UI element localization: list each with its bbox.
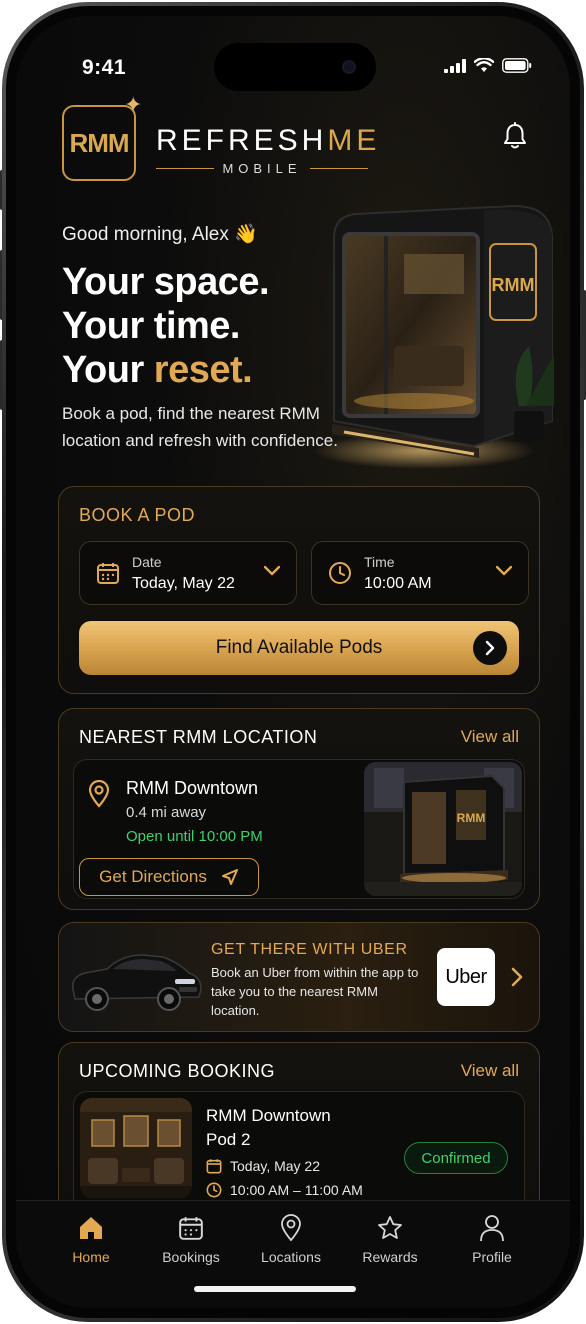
star-icon <box>378 1216 402 1239</box>
uber-title: GET THERE WITH UBER <box>211 941 408 958</box>
brand-name: REFRESHME <box>156 124 380 158</box>
chevron-down-icon <box>264 566 280 576</box>
arrow-right-icon <box>473 631 507 665</box>
time-picker[interactable]: Time 10:00 AM <box>311 541 529 605</box>
headline-line-1: Your space. <box>62 261 270 303</box>
notification-bell-icon[interactable] <box>502 122 528 155</box>
phone-frame: 9:41 RMM ✦ REFRESHME MOBILE Good morning… <box>2 2 584 1322</box>
phone-bezel: 9:41 RMM ✦ REFRESHME MOBILE Good morning… <box>6 6 580 1318</box>
tab-rewards-label: Rewards <box>362 1249 418 1265</box>
booking-location-name: RMM Downtown <box>206 1106 331 1125</box>
brand-sub-text: MOBILE <box>222 161 302 176</box>
divider <box>156 168 215 169</box>
svg-text:RMM: RMM <box>457 811 486 825</box>
pod-sign: RMM <box>492 275 535 295</box>
sparkle-icon: ✦ <box>124 92 143 117</box>
chevron-down-icon <box>496 566 512 576</box>
pod-illustration: RMM <box>314 196 554 476</box>
location-distance: 0.4 mi away <box>126 804 207 821</box>
home-icon <box>80 1217 102 1239</box>
uber-logo: Uber <box>437 948 495 1006</box>
dynamic-island <box>214 43 376 91</box>
calendar-icon <box>206 1159 222 1174</box>
clock-icon <box>206 1182 222 1198</box>
brand-name-gold: ME <box>327 124 381 157</box>
status-time: 9:41 <box>82 56 127 79</box>
app-screen: 9:41 RMM ✦ REFRESHME MOBILE Good morning… <box>16 16 570 1308</box>
tab-bookings[interactable]: Bookings <box>146 1211 236 1265</box>
tab-home[interactable]: Home <box>46 1211 136 1265</box>
tab-profile[interactable]: Profile <box>447 1211 537 1265</box>
get-directions-label: Get Directions <box>99 867 207 886</box>
location-name: RMM Downtown <box>126 778 259 798</box>
headline-line-2: Your time. <box>62 305 241 347</box>
hero-headline: Your space. Your time. Your reset. <box>62 260 270 392</box>
location-hours: Open until 10:00 PM <box>126 828 263 845</box>
booking-time: 10:00 AM – 11:00 AM <box>230 1182 363 1198</box>
find-pods-label: Find Available Pods <box>215 637 383 658</box>
booking-location: RMM Downtown Pod 2 <box>206 1104 331 1152</box>
chevron-right-icon <box>511 967 523 987</box>
date-value: Today, May 22 <box>132 575 235 592</box>
tab-bookings-label: Bookings <box>162 1249 220 1265</box>
tab-rewards[interactable]: Rewards <box>345 1211 435 1265</box>
uber-card[interactable]: GET THERE WITH UBER Book an Uber from wi… <box>58 922 540 1032</box>
car-image <box>72 954 202 1011</box>
user-icon <box>480 1215 504 1242</box>
brand-name-white: REFRESH <box>156 124 328 157</box>
nearest-view-all-link[interactable]: View all <box>461 727 519 747</box>
find-available-pods-button[interactable]: Find Available Pods <box>79 621 519 675</box>
camera-icon <box>342 60 356 74</box>
status-badge: Confirmed <box>404 1142 508 1174</box>
tab-home-label: Home <box>72 1249 110 1265</box>
location-photo: RMM <box>364 762 522 896</box>
tab-locations-label: Locations <box>261 1249 321 1265</box>
home-indicator[interactable] <box>194 1286 356 1292</box>
greeting: Good morning, Alex 👋 <box>62 224 258 245</box>
time-value: 10:00 AM <box>364 575 432 592</box>
booking-pod-name: Pod 2 <box>206 1130 251 1149</box>
status-icons <box>444 58 532 73</box>
location-pin-icon <box>281 1214 301 1242</box>
upcoming-booking-title: UPCOMING BOOKING <box>79 1061 276 1081</box>
calendar-icon <box>179 1217 203 1240</box>
tab-profile-label: Profile <box>472 1249 512 1265</box>
booking-item[interactable]: RMM Downtown Pod 2 Today, May 22 10:00 A… <box>73 1091 525 1211</box>
booking-date: Today, May 22 <box>230 1158 321 1174</box>
headline-highlight: reset. <box>153 349 253 391</box>
nearest-location-title: NEAREST RMM LOCATION <box>79 727 318 747</box>
wifi-icon <box>474 58 494 72</box>
divider <box>309 168 368 169</box>
date-label: Date <box>132 554 162 570</box>
booking-date-row: Today, May 22 <box>206 1158 320 1174</box>
brand-subtitle: MOBILE <box>156 161 368 176</box>
booking-time-row: 10:00 AM – 11:00 AM <box>206 1182 363 1198</box>
uber-description: Book an Uber from within the app to take… <box>211 965 419 1018</box>
battery-icon <box>502 58 532 73</box>
clock-icon <box>329 562 351 584</box>
book-pod-card: BOOK A POD Date Today, May 22 Time 10:00… <box>58 486 540 694</box>
upcoming-view-all-link[interactable]: View all <box>461 1061 519 1081</box>
cellular-signal-icon <box>444 58 466 73</box>
book-pod-title: BOOK A POD <box>79 505 196 525</box>
pod-interior-photo <box>80 1098 192 1198</box>
nearest-location-card: NEAREST RMM LOCATION View all RMM Downto… <box>58 708 540 910</box>
location-item[interactable]: RMM Downtown 0.4 mi away Open until 10:0… <box>73 759 525 899</box>
date-picker[interactable]: Date Today, May 22 <box>79 541 297 605</box>
calendar-icon <box>97 563 119 584</box>
headline-line-3-white: Your <box>62 349 154 391</box>
navigation-arrow-icon <box>221 869 238 885</box>
get-directions-button[interactable]: Get Directions <box>79 858 259 896</box>
time-label: Time <box>364 554 395 570</box>
tab-locations[interactable]: Locations <box>246 1211 336 1265</box>
location-pin-icon <box>88 780 110 808</box>
headline-line-3: Your reset. <box>62 348 269 392</box>
